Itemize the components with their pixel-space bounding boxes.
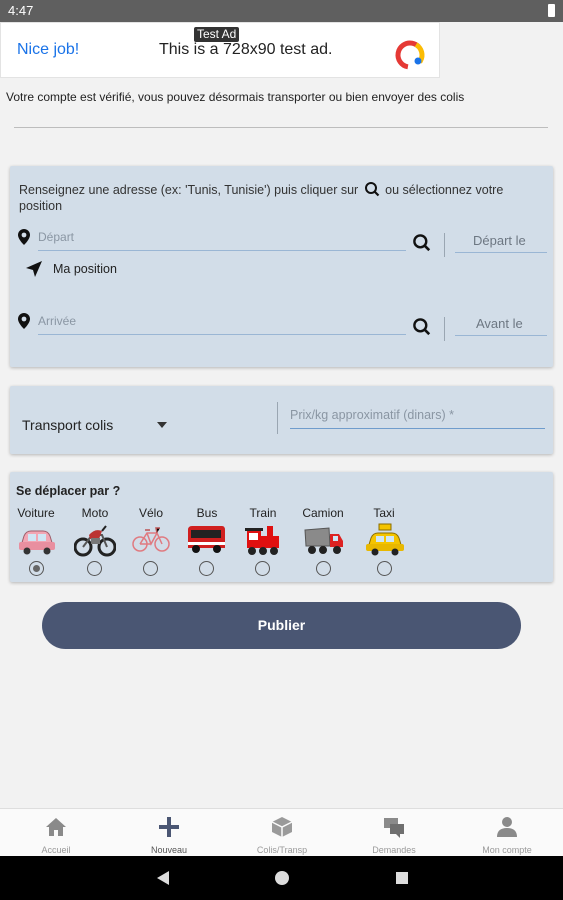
arrival-input[interactable]: Arrivée <box>38 312 406 334</box>
ad-text: This is a 728x90 test ad. <box>159 41 333 58</box>
recents-icon[interactable] <box>395 871 409 885</box>
location-pin-icon <box>18 229 30 245</box>
separator <box>277 402 278 434</box>
nav-label: Nouveau <box>150 845 188 855</box>
my-position-button[interactable]: Ma position <box>53 262 117 276</box>
bottom-nav: Accueil Nouveau Colis/Transp Demandes Mo… <box>0 808 563 857</box>
vehicle-label-train: Train <box>249 506 277 520</box>
nav-item-mon-compte[interactable]: Mon compte <box>451 809 563 857</box>
system-nav-bar <box>0 856 563 900</box>
vehicle-radio-voiture[interactable] <box>29 561 44 576</box>
back-icon[interactable] <box>156 870 170 886</box>
departure-date-field[interactable]: Départ le <box>473 233 526 248</box>
bicycle-icon[interactable] <box>132 524 170 554</box>
vehicle-label-voiture: Voiture <box>17 506 55 520</box>
nav-label: Colis/Transp <box>256 845 308 855</box>
chat-icon <box>384 818 404 838</box>
location-pin-icon <box>18 313 30 329</box>
nav-label: Accueil <box>41 845 71 855</box>
taxi-icon[interactable] <box>364 518 406 558</box>
home-button-icon[interactable] <box>274 870 290 886</box>
nav-item-nouveau[interactable]: Nouveau <box>113 809 225 857</box>
car-icon[interactable] <box>17 522 57 556</box>
separator <box>444 317 445 341</box>
nav-item-accueil[interactable]: Accueil <box>0 809 112 857</box>
nav-item-colis[interactable]: Colis/Transp <box>226 809 338 857</box>
arrival-date-field[interactable]: Avant le <box>476 316 523 331</box>
divider <box>14 127 548 128</box>
motorcycle-icon[interactable] <box>74 521 116 557</box>
ad-tag: Test Ad <box>194 27 240 42</box>
home-icon <box>46 818 66 836</box>
transport-type-select[interactable]: Transport colis <box>22 417 172 437</box>
ad-banner[interactable]: Test Ad Nice job! This is a 728x90 test … <box>0 22 440 78</box>
vehicle-radio-train[interactable] <box>255 561 270 576</box>
departure-date-underline <box>455 252 547 253</box>
dropdown-arrow-icon <box>157 422 167 428</box>
price-placeholder: Prix/kg approximatif (dinars) * <box>290 408 454 422</box>
vehicle-label-moto: Moto <box>81 506 109 520</box>
departure-placeholder: Départ <box>38 230 75 244</box>
price-input[interactable]: Prix/kg approximatif (dinars) * <box>290 406 545 428</box>
departure-search-icon[interactable] <box>412 233 431 252</box>
nav-item-demandes[interactable]: Demandes <box>338 809 450 857</box>
user-icon <box>497 817 517 837</box>
battery-icon <box>548 4 555 17</box>
navigation-arrow-icon[interactable] <box>24 259 44 279</box>
departure-input[interactable]: Départ <box>38 228 406 250</box>
train-icon[interactable] <box>243 520 283 558</box>
arrival-search-icon[interactable] <box>412 317 431 336</box>
departure-underline <box>38 250 406 251</box>
vehicle-label-camion: Camion <box>302 506 344 520</box>
vehicle-radio-bus[interactable] <box>199 561 214 576</box>
bus-icon[interactable] <box>186 522 226 556</box>
vehicle-radio-velo[interactable] <box>143 561 158 576</box>
arrival-placeholder: Arrivée <box>38 314 77 328</box>
vehicle-radio-camion[interactable] <box>316 561 331 576</box>
plus-icon <box>159 817 179 837</box>
price-underline <box>290 428 545 429</box>
package-icon <box>271 817 293 837</box>
address-hint: Renseignez une adresse (ex: 'Tunis, Tuni… <box>19 182 504 213</box>
nav-label: Demandes <box>372 845 416 855</box>
arrival-date-underline <box>455 335 547 336</box>
vehicle-radio-taxi[interactable] <box>377 561 392 576</box>
truck-icon[interactable] <box>303 522 345 558</box>
transport-type-value: Transport colis <box>22 417 114 433</box>
status-bar: 4:47 <box>0 0 563 22</box>
publish-button[interactable]: Publier <box>42 602 521 649</box>
nav-label: Mon compte <box>482 845 532 855</box>
vehicle-label-bus: Bus <box>196 506 218 520</box>
search-icon <box>364 182 379 197</box>
vehicles-title: Se déplacer par ? <box>16 484 121 498</box>
vehicle-label-velo: Vélo <box>138 506 164 520</box>
vehicle-radio-moto[interactable] <box>87 561 102 576</box>
arrival-underline <box>38 334 406 335</box>
ad-nice-text: Nice job! <box>17 41 80 58</box>
ad-logo-icon <box>395 40 425 70</box>
separator <box>444 233 445 257</box>
verified-message: Votre compte est vérifié, vous pouvez dé… <box>6 90 465 104</box>
status-time: 4:47 <box>8 3 34 18</box>
